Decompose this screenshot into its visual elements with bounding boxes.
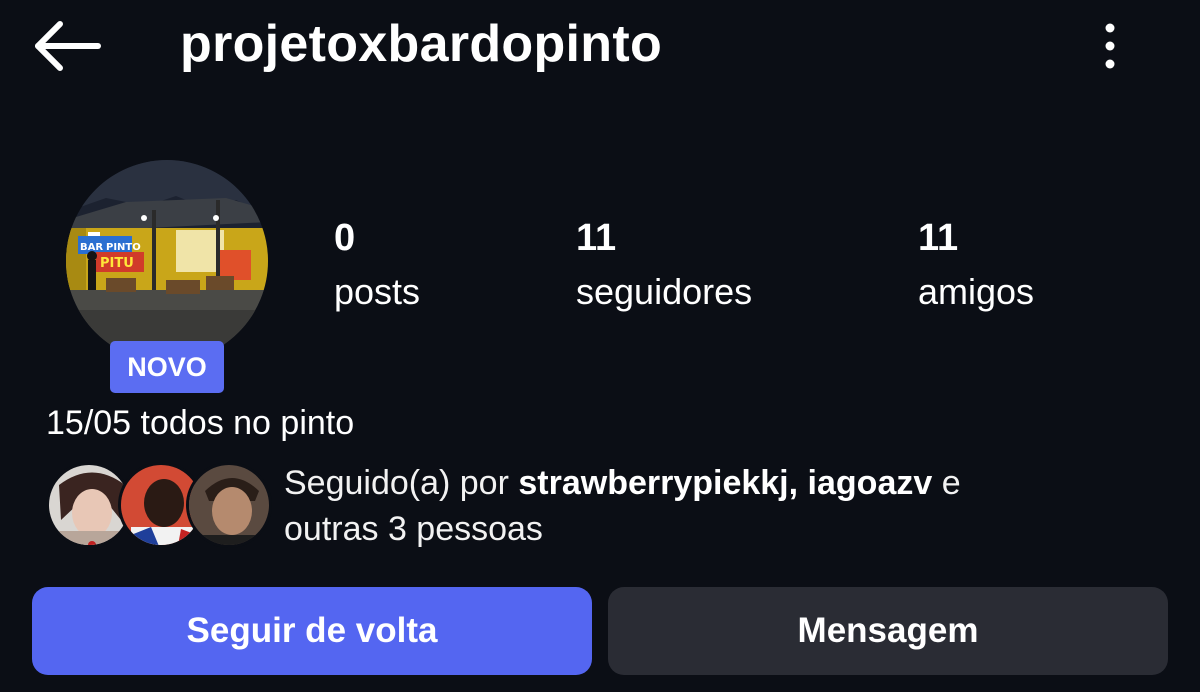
follower-avatar-3[interactable]	[186, 462, 272, 548]
avatar-sign-text-pitu: PITU	[100, 256, 134, 271]
stat-followers[interactable]: 11 seguidores	[576, 216, 752, 314]
followed-by-prefix: Seguido(a) por	[284, 464, 519, 502]
follower-avatar-3-image	[189, 465, 269, 545]
stat-posts-label: posts	[334, 271, 421, 312]
follow-back-button[interactable]: Seguir de volta	[32, 587, 592, 675]
stat-friends[interactable]: 11 amigos	[918, 216, 1034, 314]
profile-avatar[interactable]: BAR PINTO PITU	[66, 160, 268, 362]
followed-by-others[interactable]: outras 3 pessoas	[284, 510, 543, 548]
followed-by-user-2[interactable]: iagoazv	[808, 464, 933, 502]
followed-by-separator: ,	[788, 464, 808, 502]
stat-posts-count: 0	[334, 217, 356, 259]
more-vertical-icon	[1105, 23, 1115, 69]
avatar-photo: BAR PINTO PITU	[66, 160, 268, 362]
avatar-sign-text-pinto: PINTO	[106, 242, 141, 253]
stat-followers-count: 11	[576, 217, 617, 259]
profile-username: projetoxbardopinto	[180, 15, 663, 73]
stat-friends-label: amigos	[918, 271, 1035, 312]
followed-by-user-1[interactable]: strawberrypiekkj	[518, 464, 788, 502]
new-badge: NOVO	[110, 341, 224, 393]
message-button[interactable]: Mensagem	[608, 587, 1168, 675]
top-bar: projetoxbardopinto	[0, 0, 1200, 95]
arrow-left-icon	[35, 21, 101, 71]
more-options-button[interactable]	[1092, 20, 1128, 72]
stat-posts[interactable]: 0 posts	[334, 216, 420, 314]
followed-by-text[interactable]: Seguido(a) por strawberrypiekkj, iagoazv…	[284, 460, 1184, 552]
stat-followers-label: seguidores	[576, 271, 753, 312]
followed-by-conjunction: e	[932, 464, 961, 502]
stat-friends-count: 11	[918, 217, 959, 259]
profile-bio: 15/05 todos no pinto	[46, 404, 355, 442]
back-button[interactable]	[30, 18, 106, 74]
